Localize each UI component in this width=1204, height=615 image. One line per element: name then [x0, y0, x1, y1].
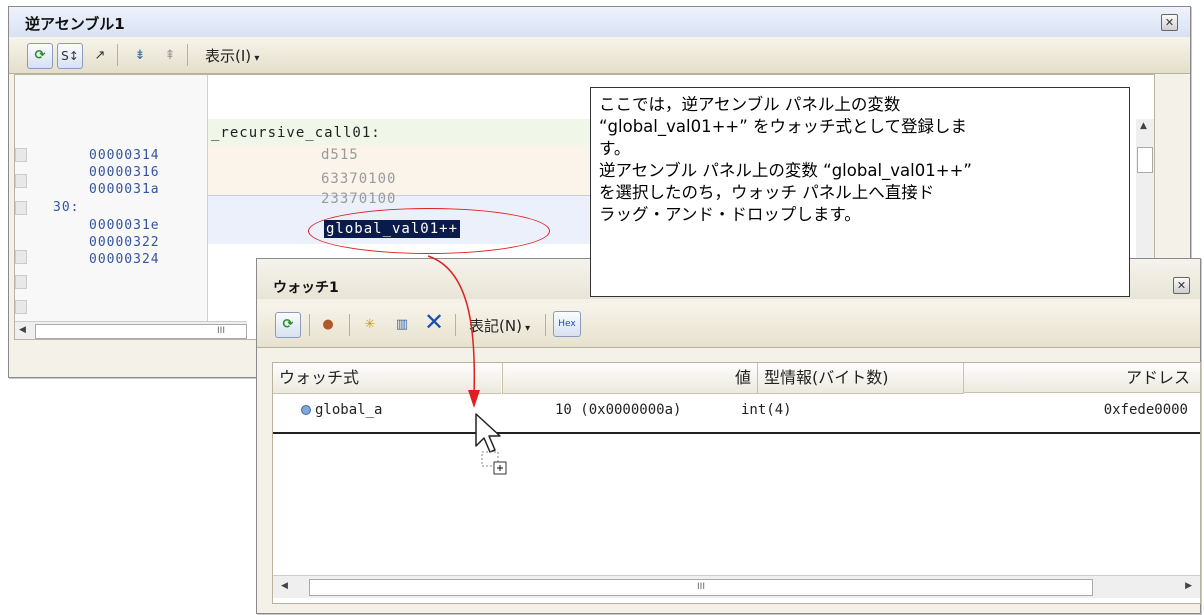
row-address: 0xfede0000	[1103, 402, 1188, 418]
instruction-rows	[208, 145, 608, 195]
column-header-address-label: アドレス	[1125, 368, 1190, 387]
function-label: _recursive_call01:	[211, 125, 381, 141]
notation-menu[interactable]: 表記(N) ▾	[469, 315, 530, 336]
column-header-value[interactable]: 値	[502, 363, 757, 394]
watch-toolbar: ⟳ ● ✳ ▥ ✕ 表記(N) ▾ Hex	[257, 303, 1200, 348]
scroll-thumb-grip: III	[217, 326, 225, 336]
scroll-right-icon[interactable]: ▶	[1185, 581, 1192, 591]
scroll-thumb-grip: III	[697, 582, 705, 592]
callout-line-6: ラッグ・アンド・ドロップします。	[599, 205, 861, 224]
column-header-address[interactable]: アドレス	[963, 363, 1200, 393]
code-line-1: 63370100	[321, 171, 397, 187]
column-header-expr[interactable]: ウォッチ式	[273, 363, 501, 394]
selection-ellipse	[308, 208, 550, 254]
display-menu-label: 表示(I)	[205, 47, 252, 65]
close-icon[interactable]: ✕	[1173, 277, 1190, 294]
callout-line-5: を選択したのち，ウォッチ パネル上へ直接ド	[599, 183, 935, 202]
scroll-thumb[interactable]	[1137, 147, 1153, 173]
watch-title: ウォッチ1	[273, 280, 339, 296]
display-menu[interactable]: 表示(I) ▾	[205, 45, 259, 66]
horizontal-scrollbar[interactable]: ◀ III	[15, 321, 247, 339]
breakpoint-marker[interactable]	[15, 300, 27, 314]
breakpoint-marker[interactable]	[15, 148, 27, 162]
address-column	[15, 75, 208, 321]
watch-table: ウォッチ式 値 型情報(バイト数) アドレス global_a 10 (0x00…	[272, 362, 1201, 604]
address-3: 0000031e	[89, 218, 160, 233]
row-value: 10 (0x0000000a)	[555, 402, 682, 418]
step-over-icon[interactable]: ⇞	[157, 43, 183, 69]
step-in-icon[interactable]: ⇟	[127, 43, 153, 69]
address-0: 00000314	[89, 148, 160, 163]
row-type: int(4)	[741, 402, 792, 418]
hex-toggle-button[interactable]: Hex	[553, 311, 581, 337]
close-icon[interactable]: ✕	[1161, 14, 1178, 31]
disassemble-titlebar: 逆アセンブル1 ✕	[9, 7, 1190, 37]
row-expr: global_a	[315, 402, 383, 418]
disassemble-title: 逆アセンブル1	[25, 15, 125, 33]
column-header-type-label: 型情報(バイト数)	[764, 368, 889, 387]
scroll-thumb[interactable]: III	[35, 324, 247, 339]
callout-line-1: ここでは，逆アセンブル パネル上の変数	[599, 95, 901, 114]
scroll-left-icon[interactable]: ◀	[281, 581, 288, 591]
chevron-down-icon: ▾	[521, 323, 531, 334]
notation-menu-label: 表記(N)	[469, 317, 522, 335]
address-2: 0000031a	[89, 182, 160, 197]
code-line-0: d515	[321, 147, 359, 163]
variable-icon	[301, 405, 311, 415]
code-line-2: 23370100	[321, 191, 397, 207]
scroll-thumb[interactable]: III	[309, 579, 1093, 596]
color-palette-icon[interactable]: ●	[315, 312, 341, 338]
breakpoint-marker[interactable]	[15, 174, 27, 188]
add-category-icon[interactable]: ▥	[389, 312, 415, 338]
line-number: 30:	[53, 200, 80, 215]
column-header-type[interactable]: 型情報(バイト数)	[757, 363, 964, 394]
breakpoint-marker[interactable]	[15, 201, 27, 215]
explanation-callout: ここでは，逆アセンブル パネル上の変数 “global_val01++” をウォ…	[590, 87, 1130, 297]
delete-icon[interactable]: ✕	[421, 309, 447, 335]
breakpoint-marker[interactable]	[15, 250, 27, 264]
chevron-down-icon: ▾	[251, 53, 260, 64]
address-5: 00000324	[89, 252, 160, 267]
address-4: 00000322	[89, 235, 160, 250]
callout-line-2: “global_val01++” をウォッチ式として登録しま	[599, 117, 968, 136]
breakpoint-marker[interactable]	[15, 275, 27, 289]
drag-cursor-icon	[475, 413, 507, 475]
jump-source-icon[interactable]: ↗	[87, 43, 113, 69]
column-header-expr-label: ウォッチ式	[279, 368, 360, 387]
refresh-icon[interactable]: ⟳	[27, 43, 53, 69]
mixed-display-icon[interactable]: S↕	[57, 43, 83, 69]
scroll-up-icon[interactable]: ▲	[1140, 121, 1147, 131]
callout-line-3: す。	[599, 139, 631, 158]
add-watch-icon[interactable]: ✳	[357, 312, 383, 338]
disassemble-toolbar: ⟳ S↕ ↗ ⇟ ⇞ 表示(I) ▾	[9, 37, 1190, 74]
callout-text: ここでは，逆アセンブル パネル上の変数 “global_val01++” をウォ…	[599, 94, 1129, 226]
address-1: 00000316	[89, 165, 160, 180]
column-header-value-label: 値	[734, 368, 751, 387]
refresh-icon[interactable]: ⟳	[275, 312, 301, 338]
scroll-left-icon[interactable]: ◀	[19, 325, 26, 335]
horizontal-scrollbar[interactable]: ◀ III ▶	[273, 575, 1200, 598]
table-row[interactable]: global_a 10 (0x0000000a) int(4) 0xfede00…	[273, 394, 1200, 434]
callout-line-4: 逆アセンブル パネル上の変数 “global_val01++”	[599, 161, 972, 180]
